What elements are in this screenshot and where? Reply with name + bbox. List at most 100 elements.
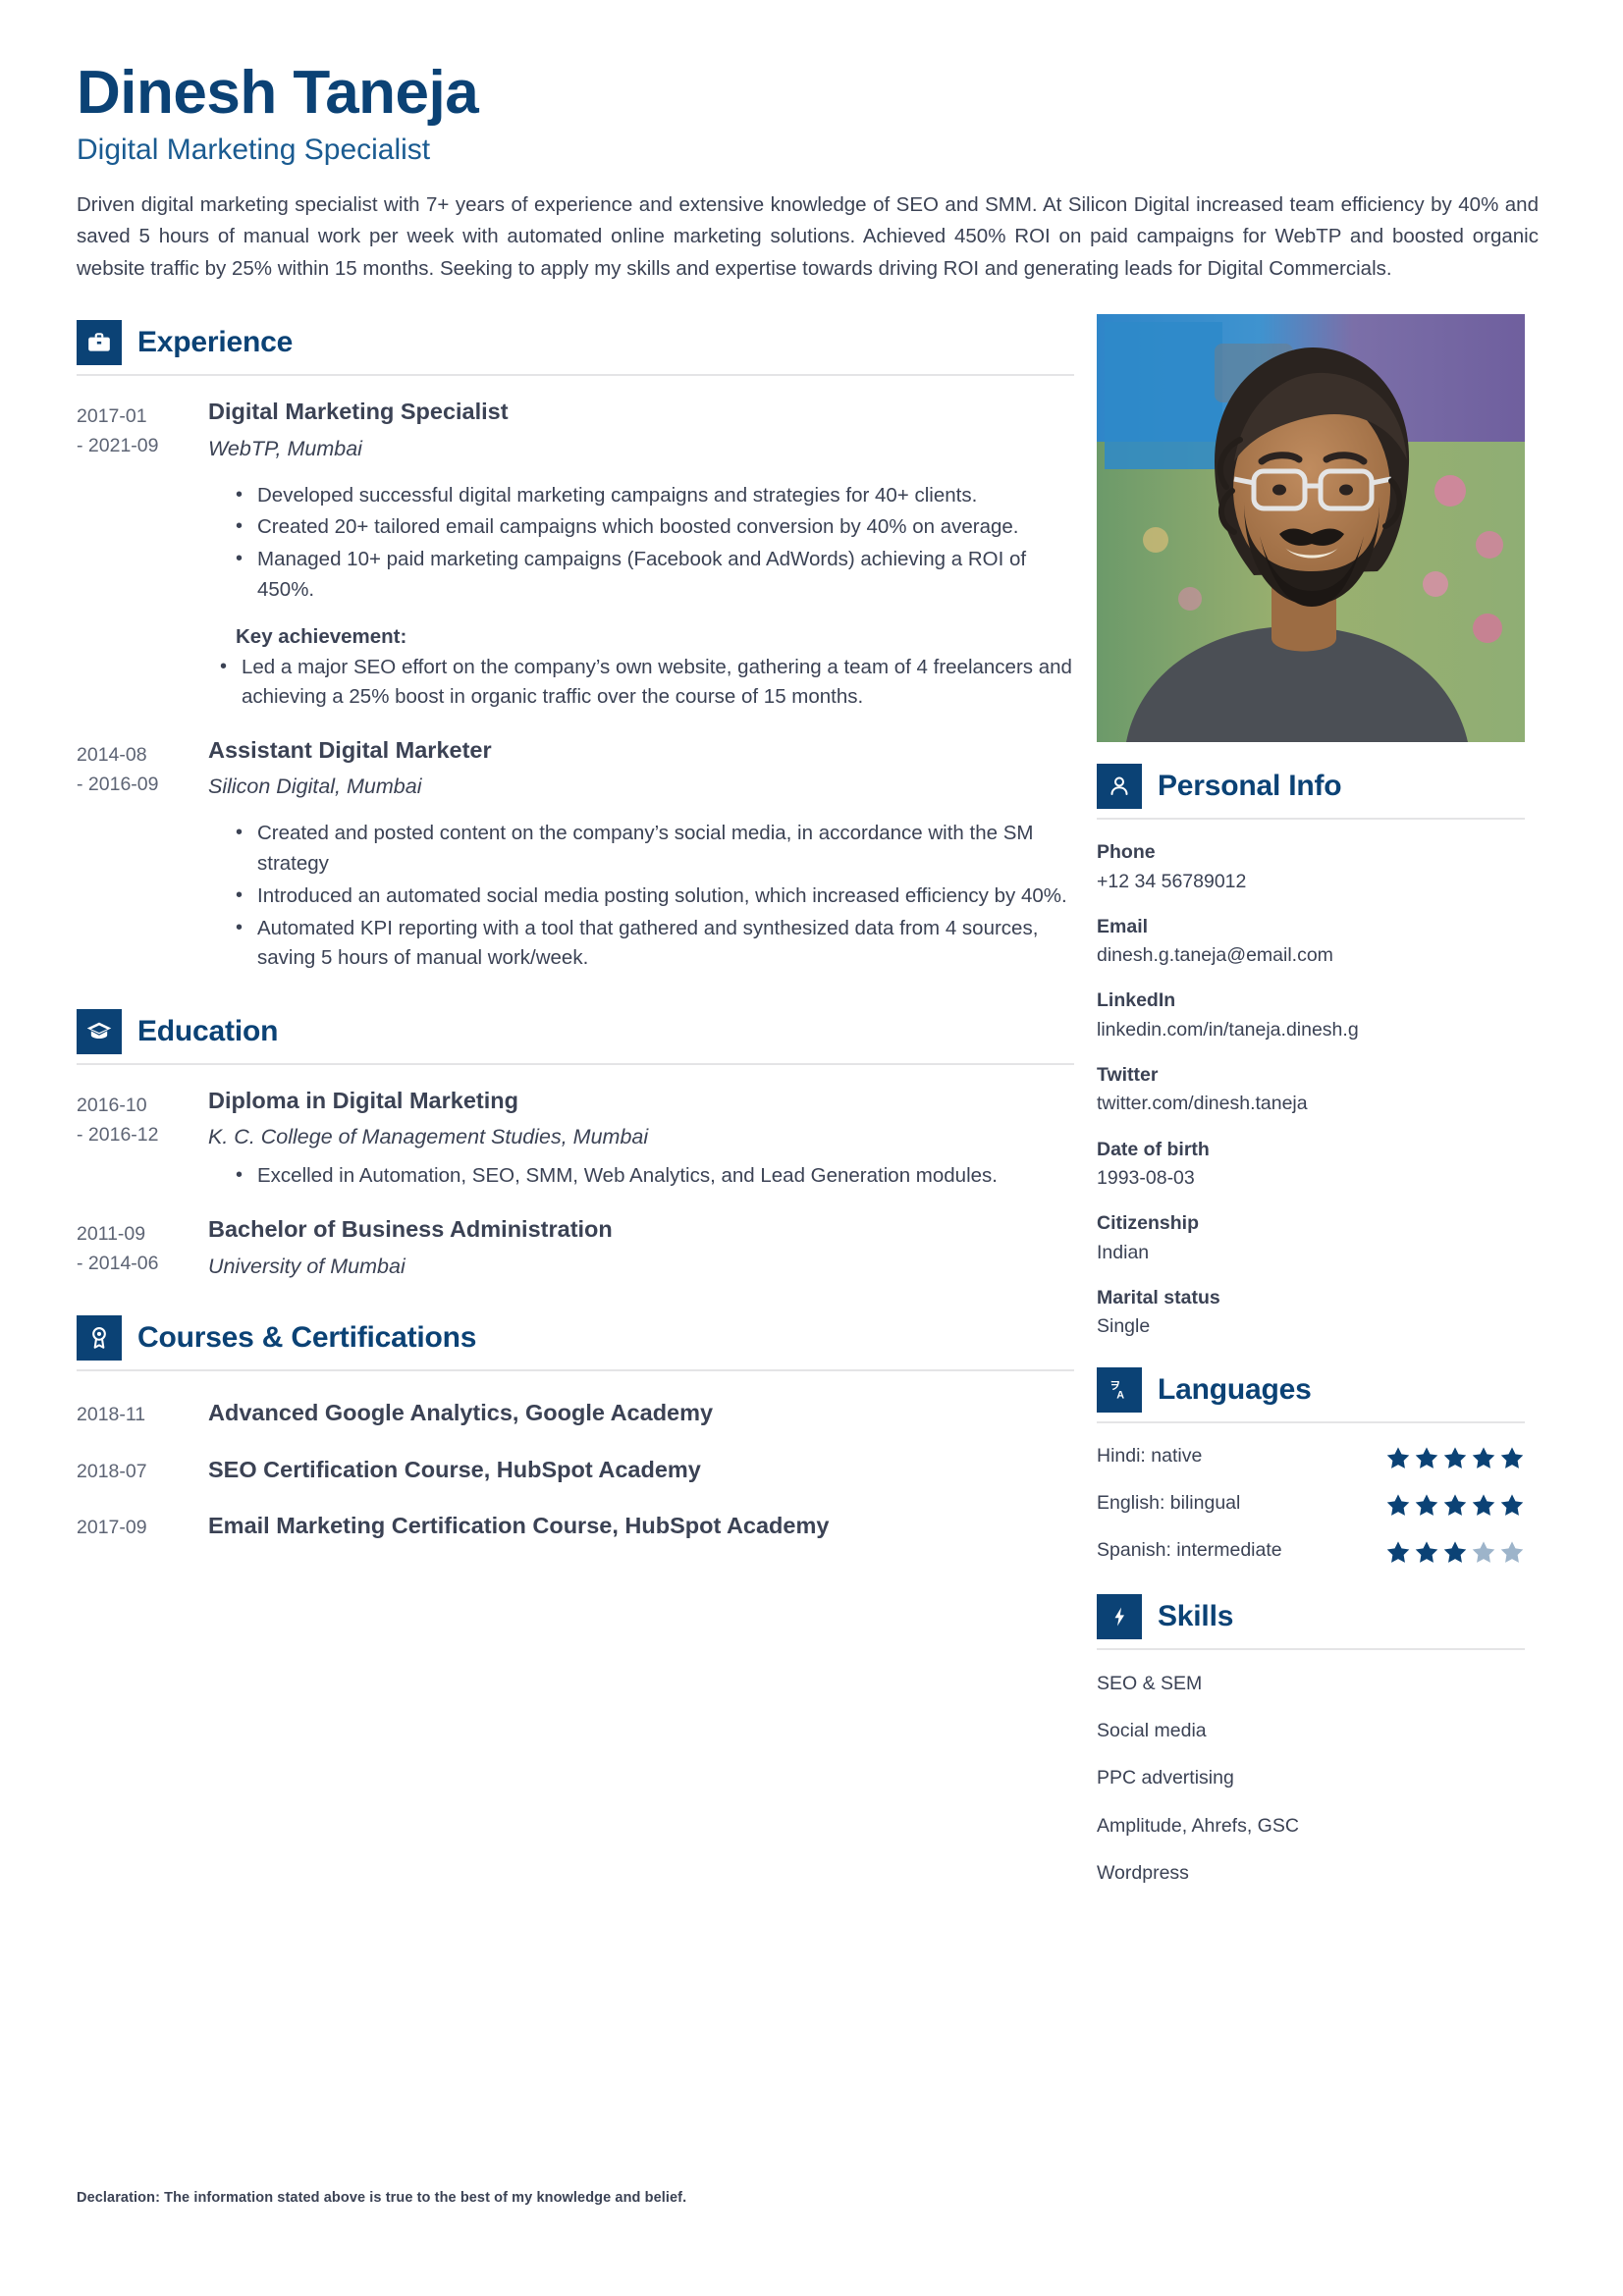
entry-date-range: 2017-01 - 2021-09: [77, 398, 204, 715]
field-label: Date of birth: [1097, 1138, 1210, 1160]
experience-entry: 2017-01 - 2021-09 Digital Marketing Spec…: [77, 398, 1074, 715]
field-label: Citizenship: [1097, 1212, 1200, 1235]
personal-info-field: Marital status Single: [1097, 1285, 1525, 1340]
star-filled-icon: [1386, 1446, 1410, 1468]
briefcase-icon: [77, 320, 122, 366]
star-filled-icon: [1386, 1493, 1410, 1516]
skill-item: PPC advertising: [1097, 1767, 1234, 1789]
star-filled-icon: [1472, 1493, 1495, 1516]
list-item: Created 20+ tailored email campaigns whi…: [236, 511, 1074, 543]
entry-bullet-list: Created and posted content on the compan…: [208, 818, 1074, 975]
candidate-job-title: Digital Marketing Specialist: [77, 133, 431, 167]
experience-entry: 2014-08 - 2016-09 Assistant Digital Mark…: [77, 736, 1074, 976]
entry-organization: University of Mumbai: [208, 1254, 406, 1278]
star-filled-icon: [1415, 1446, 1438, 1468]
personal-info-field: Citizenship Indian: [1097, 1210, 1525, 1265]
star-filled-icon: [1415, 1493, 1438, 1516]
section-header-experience: Experience: [77, 320, 1074, 366]
entry-date-start: 2017-01: [77, 405, 147, 428]
star-empty-icon: [1472, 1540, 1495, 1563]
main-column: Experience 2017-01 - 2021-09 Digital Mar…: [77, 314, 1074, 1540]
course-name: Email Marketing Certification Course, Hu…: [208, 1513, 830, 1539]
star-filled-icon: [1500, 1493, 1524, 1516]
section-divider: [1097, 1420, 1525, 1423]
course-entry: 2017-09 Email Marketing Certification Co…: [77, 1512, 1074, 1540]
language-row: Spanish: intermediate: [1097, 1537, 1525, 1565]
course-name: SEO Certification Course, HubSpot Academ…: [208, 1456, 701, 1482]
field-value: Indian: [1097, 1241, 1150, 1263]
skill-item: Social media: [1097, 1719, 1207, 1741]
entry-date-start: 2016-10: [77, 1095, 147, 1117]
language-rating-stars: [1385, 1490, 1525, 1518]
language-name: Hindi: native: [1097, 1444, 1203, 1467]
resume-page: Dinesh Taneja Digital Marketing Speciali…: [0, 0, 1623, 2296]
entry-title: Diploma in Digital Marketing: [208, 1088, 518, 1114]
entry-organization: K. C. College of Management Studies, Mum…: [208, 1125, 649, 1149]
entry-date-start: 2014-08: [77, 744, 147, 767]
skill-item: Amplitude, Ahrefs, GSC: [1097, 1814, 1299, 1837]
field-label: Twitter: [1097, 1064, 1159, 1087]
field-label: Phone: [1097, 841, 1156, 864]
entry-date-end: - 2021-09: [77, 435, 159, 457]
graduation-cap-icon: [77, 1009, 122, 1055]
entry-date-end: - 2014-06: [77, 1253, 159, 1275]
star-filled-icon: [1386, 1540, 1410, 1563]
entry-body: Diploma in Digital Marketing K. C. Colle…: [204, 1087, 1074, 1194]
entry-body: Assistant Digital Marketer Silicon Digit…: [204, 736, 1074, 976]
field-value: +12 34 56789012: [1097, 870, 1247, 892]
person-icon: [1097, 764, 1142, 810]
list-item: Led a major SEO effort on the company’s …: [220, 652, 1074, 714]
personal-info-field: Phone +12 34 56789012: [1097, 839, 1525, 894]
field-value: linkedin.com/in/taneja.dinesh.g: [1097, 1018, 1359, 1041]
course-entry: 2018-11 Advanced Google Analytics, Googl…: [77, 1399, 1074, 1427]
language-name: English: bilingual: [1097, 1491, 1241, 1514]
professional-summary: Driven digital marketing specialist with…: [77, 193, 1539, 280]
education-entry: 2011-09 - 2014-06 Bachelor of Business A…: [77, 1215, 1074, 1280]
course-entry: 2018-07 SEO Certification Course, HubSpo…: [77, 1456, 1074, 1484]
section-languages: ヲ A Languages Hindi: native English: bil…: [1097, 1366, 1525, 1565]
section-header-education: Education: [77, 1009, 1074, 1055]
field-value: twitter.com/dinesh.taneja: [1097, 1093, 1308, 1115]
entry-title: Bachelor of Business Administration: [208, 1216, 613, 1243]
section-header-personal-info: Personal Info: [1097, 764, 1525, 810]
section-header-skills: Skills: [1097, 1593, 1525, 1639]
list-item: Created and posted content on the compan…: [236, 818, 1074, 880]
course-date: 2017-09: [77, 1517, 147, 1539]
skill-item: SEO & SEM: [1097, 1672, 1203, 1694]
star-filled-icon: [1472, 1446, 1495, 1468]
field-value: dinesh.g.taneja@email.com: [1097, 944, 1333, 967]
list-item: Managed 10+ paid marketing campaigns (Fa…: [236, 544, 1074, 606]
language-rating-stars: [1385, 1443, 1525, 1470]
entry-body: Bachelor of Business Administration Univ…: [204, 1215, 1074, 1280]
section-divider: [77, 1369, 1074, 1372]
star-filled-icon: [1443, 1540, 1467, 1563]
field-label: Email: [1097, 915, 1149, 937]
personal-info-field: LinkedIn linkedin.com/in/taneja.dinesh.g: [1097, 988, 1525, 1042]
language-rating-stars: [1385, 1537, 1525, 1565]
skill-item: Wordpress: [1097, 1861, 1189, 1884]
entry-title: Assistant Digital Marketer: [208, 737, 492, 764]
key-achievement-list: Led a major SEO effort on the company’s …: [208, 652, 1074, 714]
course-date: 2018-07: [77, 1460, 147, 1482]
section-divider: [1097, 818, 1525, 821]
star-filled-icon: [1415, 1540, 1438, 1563]
award-ribbon-icon: [77, 1315, 122, 1362]
entry-date-range: 2014-08 - 2016-09: [77, 736, 204, 976]
star-filled-icon: [1443, 1493, 1467, 1516]
entry-bullet-list: Developed successful digital marketing c…: [208, 480, 1074, 606]
candidate-name: Dinesh Taneja: [77, 59, 479, 127]
section-header-courses: Courses & Certifications: [77, 1315, 1074, 1362]
key-achievement-label: Key achievement:: [236, 624, 407, 648]
field-label: Marital status: [1097, 1286, 1220, 1308]
resume-body: Experience 2017-01 - 2021-09 Digital Mar…: [0, 314, 1623, 1886]
section-divider: [77, 374, 1074, 377]
entry-date-start: 2011-09: [77, 1223, 146, 1246]
personal-info-field: Email dinesh.g.taneja@email.com: [1097, 914, 1525, 969]
resume-header: Dinesh Taneja Digital Marketing Speciali…: [0, 0, 1623, 285]
star-filled-icon: [1500, 1446, 1524, 1468]
section-title-personal-info: Personal Info: [1158, 770, 1342, 803]
field-label: LinkedIn: [1097, 989, 1176, 1012]
declaration-text: Declaration: The information stated abov…: [77, 2190, 687, 2206]
list-item: Automated KPI reporting with a tool that…: [236, 913, 1074, 975]
section-skills: Skills SEO & SEM Social media PPC advert…: [1097, 1593, 1525, 1887]
